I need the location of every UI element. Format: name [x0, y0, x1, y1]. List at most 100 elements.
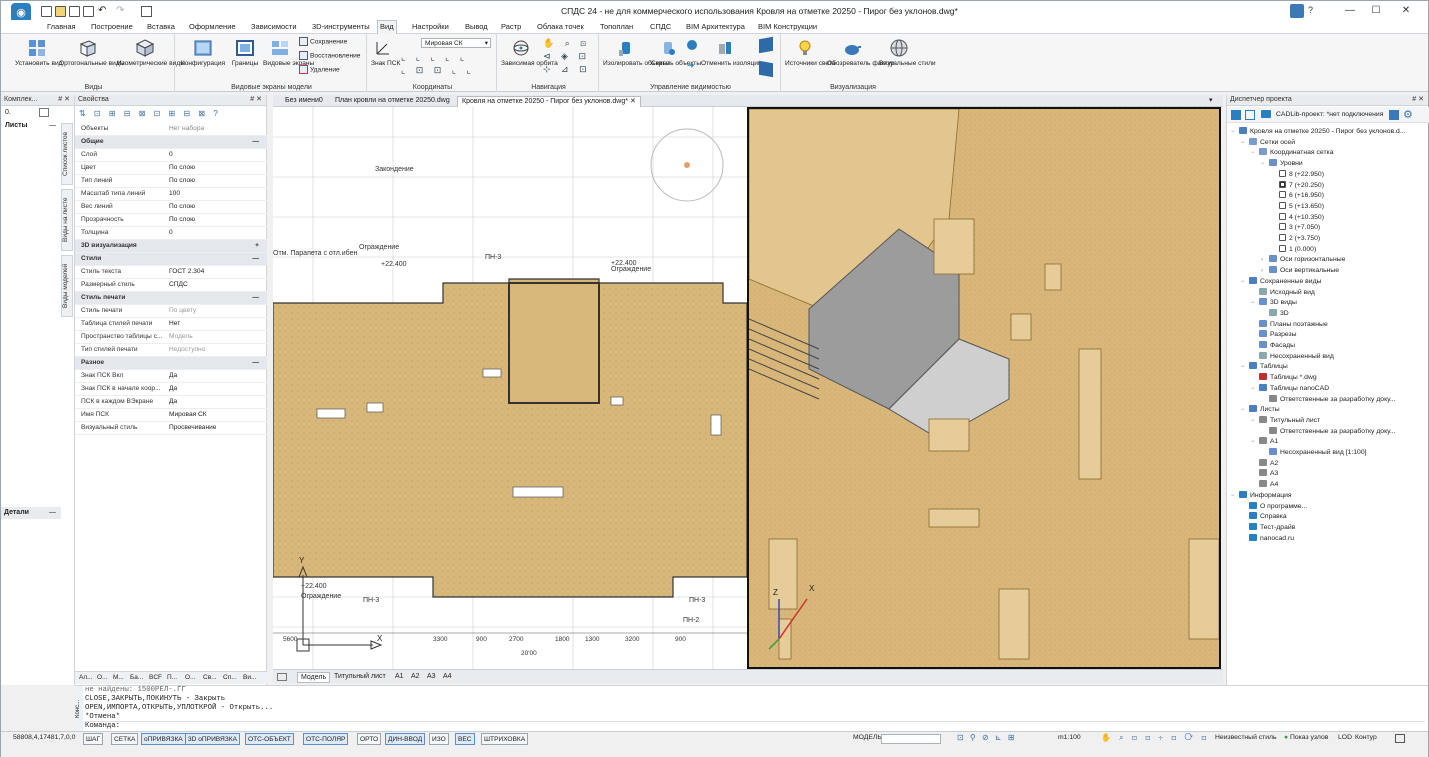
undo-icon[interactable]: ↶: [98, 5, 106, 16]
tree-node[interactable]: 1 (0.000): [1271, 244, 1316, 255]
tree-toggle-icon[interactable]: −: [1241, 277, 1249, 287]
property-category[interactable]: Общие —: [75, 136, 267, 149]
close-button[interactable]: ✕: [1393, 3, 1419, 19]
save-as-icon[interactable]: [83, 6, 94, 17]
tab-bim-structures[interactable]: BIM Конструкции: [756, 21, 819, 34]
tree-node[interactable]: − Таблицы: [1241, 362, 1288, 372]
bottom-tab-6[interactable]: О...: [185, 674, 195, 681]
tree-node[interactable]: Планы поэтажные: [1251, 319, 1328, 330]
maximize-button[interactable]: ☐: [1363, 3, 1389, 19]
bottom-tab-9[interactable]: Ви...: [243, 674, 256, 681]
tree-node[interactable]: 3D: [1261, 308, 1289, 319]
contour-label[interactable]: Контур: [1355, 734, 1377, 741]
set-view-button[interactable]: Установить вид: [15, 38, 62, 67]
cube-blue-icon-2[interactable]: [759, 60, 773, 78]
objects-row[interactable]: Объекты Нет набора: [75, 123, 267, 136]
texture-browser-button[interactable]: Обозреватель фактур: [827, 38, 894, 67]
tree-node[interactable]: Справка: [1241, 512, 1287, 522]
layout-tab-a3[interactable]: A3: [424, 672, 439, 683]
tree-node[interactable]: − Листы: [1241, 405, 1280, 415]
arrow-right-icon[interactable]: ➜: [687, 60, 695, 71]
tree-node[interactable]: nanocad.ru: [1241, 533, 1294, 544]
tree-node[interactable]: Ответственные за разработку доку...: [1261, 394, 1396, 405]
category-toggle[interactable]: —: [169, 253, 265, 265]
tab-point-clouds[interactable]: Облака точек: [535, 21, 586, 34]
property-category[interactable]: 3D визуализация +: [75, 240, 267, 253]
app-switch-icon[interactable]: [1290, 4, 1304, 18]
property-row[interactable]: ПСК в каждом ВЭкране Да: [75, 396, 267, 409]
category-toggle[interactable]: —: [169, 136, 265, 148]
tree-node[interactable]: − Информация: [1231, 490, 1292, 501]
properties-toolbar[interactable]: ⇅ ⊡ ⊞ ⊟ ⊠ ⊡ ⊞ ⊟ ⊠ ?: [79, 109, 221, 118]
checkbox-icon[interactable]: [1279, 169, 1286, 177]
viewport-restore-button[interactable]: Восстановление: [299, 51, 360, 60]
save-icon[interactable]: [69, 6, 80, 17]
tree-node[interactable]: Таблицы *.dwg: [1251, 373, 1317, 383]
status-toggle-button[interactable]: 3D оПРИВЯЗКА: [185, 733, 240, 745]
tree-toggle-icon[interactable]: −: [1251, 298, 1259, 308]
layout-menu-icon[interactable]: [277, 673, 287, 681]
project-list-icon[interactable]: [1245, 110, 1255, 120]
panel-pin-icon-right[interactable]: # ✕: [1412, 95, 1428, 105]
tree-toggle-icon[interactable]: ›: [1261, 255, 1269, 265]
db-icon[interactable]: [1389, 110, 1399, 120]
viewport-save-button[interactable]: Сохранение: [299, 37, 347, 46]
property-row[interactable]: Толщина 0: [75, 227, 267, 240]
checkbox-icon[interactable]: [1279, 244, 1286, 252]
model-space-label[interactable]: МОДЕЛЬ: [853, 734, 882, 741]
checkbox-icon[interactable]: [1279, 223, 1286, 231]
tree-node[interactable]: − Координатная сетка: [1251, 148, 1333, 158]
orthographic-views-button[interactable]: Ортогональные виды: [59, 38, 124, 67]
tree-toggle-icon[interactable]: −: [1231, 127, 1239, 137]
tab-raster[interactable]: Растр: [499, 21, 523, 34]
tree-node[interactable]: › Оси горизонтальные: [1261, 255, 1345, 265]
bottom-tab-3[interactable]: Ба...: [130, 674, 143, 681]
checkbox-icon[interactable]: [1279, 191, 1286, 199]
tree-node[interactable]: − Сохраненные виды: [1241, 276, 1321, 287]
checkbox-icon[interactable]: [1279, 201, 1286, 209]
sheet-new-icon[interactable]: [39, 108, 49, 117]
property-row[interactable]: Прозрачность По слою: [75, 214, 267, 227]
show-nodes-label[interactable]: ● Показ узлов: [1284, 734, 1328, 741]
tree-node[interactable]: 2 (+3.750): [1271, 234, 1320, 244]
project-view-icon[interactable]: [1231, 110, 1241, 120]
tree-node[interactable]: Исходный вид: [1251, 287, 1315, 298]
lod-label[interactable]: LOD: [1338, 734, 1352, 741]
tab-settings[interactable]: Настройки: [410, 21, 451, 34]
zoom-value[interactable]: 0.: [5, 109, 11, 116]
checkbox-checked-icon[interactable]: [1279, 180, 1286, 188]
category-toggle[interactable]: —: [169, 292, 265, 304]
tree-node[interactable]: − A1: [1251, 437, 1278, 447]
tree-node[interactable]: − Титульный лист: [1251, 415, 1320, 426]
tree-node[interactable]: − Сетки осей: [1241, 137, 1295, 148]
property-row[interactable]: Цвет По слою: [75, 162, 267, 175]
visual-style-label[interactable]: Неизвестный стиль: [1215, 734, 1277, 741]
tree-toggle-icon[interactable]: −: [1241, 405, 1249, 415]
tree-toggle-icon[interactable]: −: [1251, 416, 1259, 426]
status-toggle-button[interactable]: СЕТКА: [111, 733, 139, 745]
status-menu-icon[interactable]: [1395, 734, 1405, 743]
drawing-viewport-3d[interactable]: Z X: [747, 107, 1221, 669]
property-row[interactable]: Пространство таблицы с... Модель: [75, 331, 267, 344]
details-collapse-icon[interactable]: —: [49, 509, 56, 516]
ucs-tools-row2[interactable]: ⌞ ⊡ ⊡ ⌞ ⌞: [401, 65, 475, 76]
tree-node[interactable]: › Оси вертикальные: [1261, 266, 1339, 276]
bottom-tab-0[interactable]: Ал...: [79, 674, 93, 681]
borders-button[interactable]: Границы: [229, 38, 261, 67]
doc-tab-roof-pie[interactable]: Кровля на отметке 20250 - Пирог без укло…: [457, 96, 641, 107]
isometric-views-button[interactable]: Изометрические виды: [117, 38, 185, 67]
status-toggle-button[interactable]: ОТС-ОБЪЕКТ: [245, 733, 294, 745]
status-toggle-button[interactable]: ШАГ: [83, 733, 104, 745]
tab-constraints[interactable]: Зависимости: [249, 21, 299, 34]
tree-toggle-icon[interactable]: −: [1241, 362, 1249, 372]
ucs-tools-row1[interactable]: ⌞ ⌞ ⌞ ⌞ ⌞: [401, 52, 468, 63]
tree-node[interactable]: 8 (+22.950): [1271, 169, 1324, 180]
property-category[interactable]: Стили —: [75, 253, 267, 266]
annotation-scale[interactable]: m1:100: [1058, 734, 1081, 741]
tab-output[interactable]: Вывод: [463, 21, 490, 34]
new-file-icon[interactable]: [41, 6, 52, 17]
status-toggle-button[interactable]: ОТС-ПОЛЯР: [303, 733, 349, 745]
tab-annotate[interactable]: Оформление: [187, 21, 238, 34]
tree-toggle-icon[interactable]: −: [1251, 148, 1259, 158]
sheets-collapse-icon[interactable]: —: [49, 122, 56, 129]
